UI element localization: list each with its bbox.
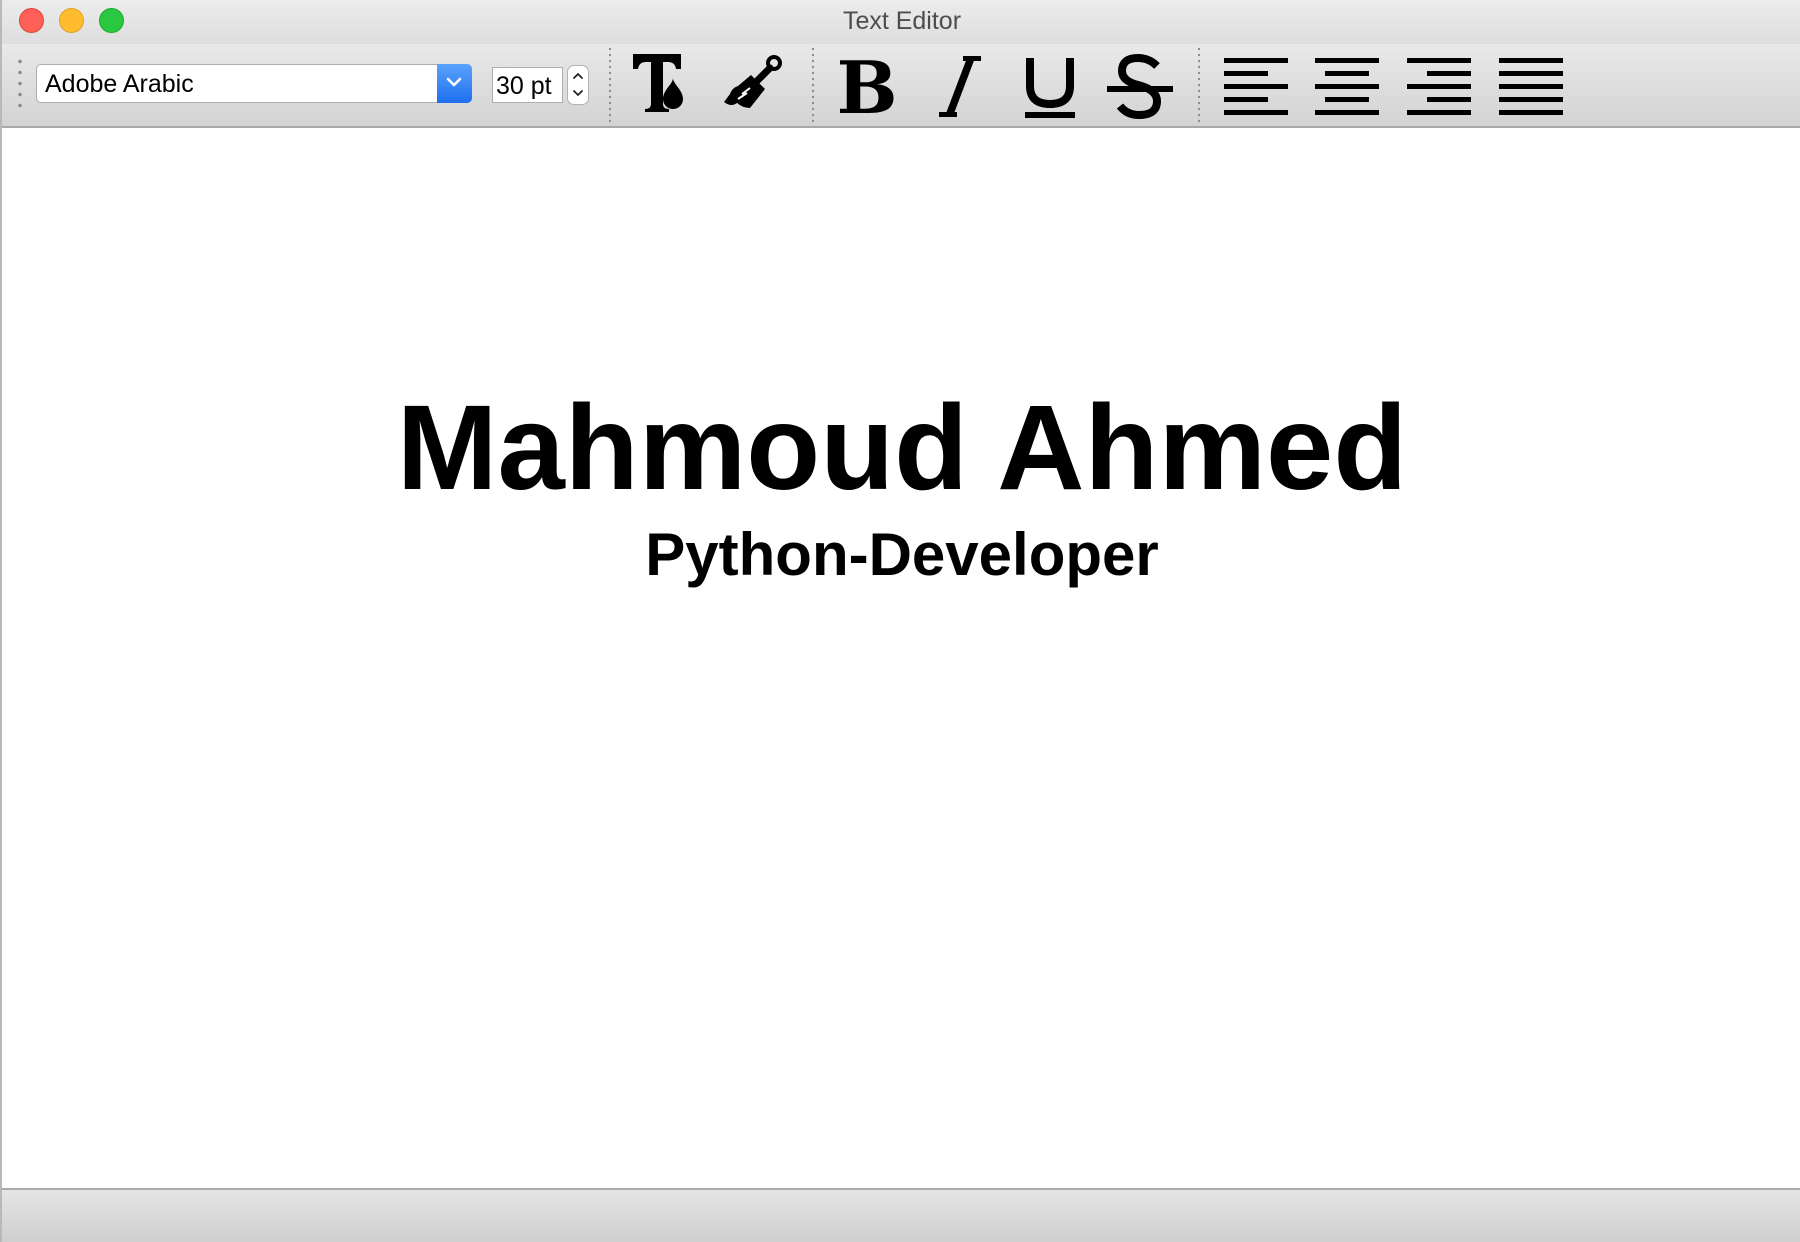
text-editor-window: Text Editor Adobe Arabic 30 pt B Mahmoud… bbox=[0, 0, 1800, 1242]
toolbar-separator bbox=[1198, 46, 1200, 126]
formatting-toolbar: Adobe Arabic 30 pt B bbox=[2, 44, 1800, 128]
font-family-select[interactable]: Adobe Arabic bbox=[36, 64, 472, 103]
align-center-icon[interactable] bbox=[1312, 52, 1382, 122]
align-justify-icon[interactable] bbox=[1496, 52, 1566, 122]
font-size-field[interactable]: 30 pt bbox=[492, 67, 563, 103]
strikethrough-icon[interactable] bbox=[1105, 52, 1175, 122]
chevron-down-icon[interactable] bbox=[437, 64, 472, 103]
title-bar[interactable]: Text Editor bbox=[2, 0, 1800, 44]
document-subheading[interactable]: Python-Developer bbox=[2, 525, 1800, 585]
bottom-bar bbox=[2, 1188, 1800, 1242]
svg-text:B: B bbox=[837, 52, 898, 122]
toolbar-separator bbox=[812, 46, 814, 126]
stepper-up-icon[interactable] bbox=[572, 71, 584, 81]
underline-icon[interactable] bbox=[1015, 52, 1085, 122]
toolbar-grip-handle[interactable] bbox=[18, 56, 22, 114]
document-heading[interactable]: Mahmoud Ahmed bbox=[2, 387, 1800, 508]
document-text-area[interactable]: Mahmoud Ahmed Python-Developer bbox=[2, 128, 1800, 1188]
align-left-icon[interactable] bbox=[1221, 52, 1291, 122]
paint-brush-icon[interactable] bbox=[720, 52, 790, 122]
toolbar-separator bbox=[609, 46, 611, 126]
font-family-value: Adobe Arabic bbox=[45, 70, 194, 98]
font-size-value: 30 pt bbox=[496, 72, 552, 100]
text-color-icon[interactable] bbox=[628, 52, 698, 122]
stepper-down-icon[interactable] bbox=[572, 88, 584, 98]
bold-icon[interactable]: B bbox=[832, 52, 902, 122]
align-right-icon[interactable] bbox=[1404, 52, 1474, 122]
font-size-stepper[interactable] bbox=[567, 65, 589, 105]
window-title: Text Editor bbox=[842, 7, 962, 35]
italic-icon[interactable] bbox=[923, 52, 993, 122]
